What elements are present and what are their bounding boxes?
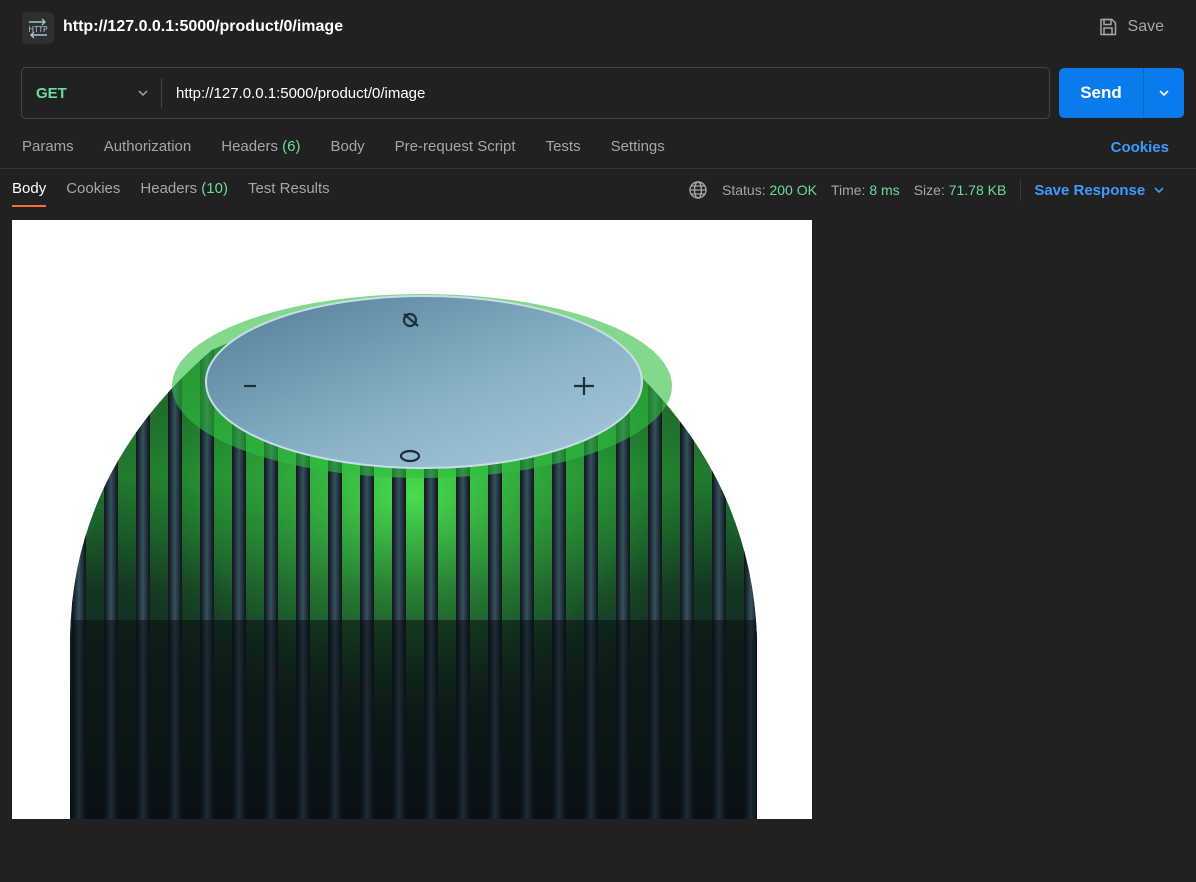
tab-headers-label: Headers [221, 138, 278, 155]
status-label: Status: [722, 182, 766, 198]
status-value: 200 OK [769, 182, 817, 198]
url-input[interactable]: http://127.0.0.1:5000/product/0/image [176, 68, 1036, 118]
save-response-button[interactable]: Save Response [1034, 182, 1165, 199]
tab-headers-count: (6) [282, 138, 301, 155]
request-tabs: Params Authorization Headers (6) Body Pr… [22, 138, 695, 160]
response-meta: Status: 200 OK Time: 8 ms Size: 71.78 KB… [688, 179, 1165, 201]
response-image [12, 220, 812, 819]
send-button-group: Send [1059, 68, 1184, 118]
globe-icon[interactable] [688, 180, 708, 200]
tab-tests[interactable]: Tests [546, 138, 581, 160]
save-response-label: Save Response [1034, 181, 1146, 199]
chevron-down-icon [138, 90, 148, 97]
chevron-down-icon [1154, 187, 1164, 194]
send-button[interactable]: Send [1059, 68, 1143, 118]
response-tab-test-results[interactable]: Test Results [248, 180, 330, 207]
tab-prerequest-script[interactable]: Pre-request Script [395, 138, 516, 160]
size-label: Size: [913, 182, 945, 198]
meta-divider [1020, 179, 1022, 201]
method-label: GET [36, 84, 67, 102]
time-value: 8 ms [869, 182, 900, 198]
cookies-link[interactable]: Cookies [1111, 139, 1169, 156]
time-label: Time: [830, 182, 866, 198]
save-label: Save [1127, 18, 1164, 35]
tab-headers[interactable]: Headers (6) [221, 138, 300, 160]
size-value: 71.78 KB [948, 182, 1007, 198]
size-info[interactable]: Size: 71.78 KB [914, 182, 1007, 198]
response-tab-headers[interactable]: Headers (10) [140, 180, 228, 207]
response-tab-body[interactable]: Body [12, 180, 47, 207]
chevron-down-icon [1159, 90, 1169, 97]
tab-params[interactable]: Params [22, 138, 74, 160]
method-select[interactable]: GET [22, 68, 161, 118]
speaker-image [12, 220, 812, 819]
response-tab-cookies[interactable]: Cookies [66, 180, 120, 207]
title-bar: HTTP http://127.0.0.1:5000/product/0/ima… [0, 0, 1196, 56]
save-button[interactable]: Save [1098, 17, 1164, 37]
http-icon: HTTP [22, 12, 54, 44]
save-icon [1099, 18, 1116, 36]
response-tabs: Body Cookies Headers (10) Test Results [12, 180, 350, 207]
response-tab-headers-count: (10) [201, 180, 228, 197]
request-title: http://127.0.0.1:5000/product/0/image [63, 18, 344, 35]
section-divider [0, 168, 1196, 169]
tab-authorization[interactable]: Authorization [104, 138, 192, 160]
response-tab-headers-label: Headers [140, 180, 198, 197]
url-divider [161, 78, 162, 108]
url-bar: GET http://127.0.0.1:5000/product/0/imag… [21, 67, 1050, 119]
time-info[interactable]: Time: 8 ms [831, 182, 900, 198]
status-info[interactable]: Status: 200 OK [722, 182, 817, 198]
tab-body[interactable]: Body [330, 138, 364, 160]
send-options-button[interactable] [1144, 68, 1184, 118]
tab-settings[interactable]: Settings [611, 138, 665, 160]
svg-text:HTTP: HTTP [28, 25, 48, 34]
